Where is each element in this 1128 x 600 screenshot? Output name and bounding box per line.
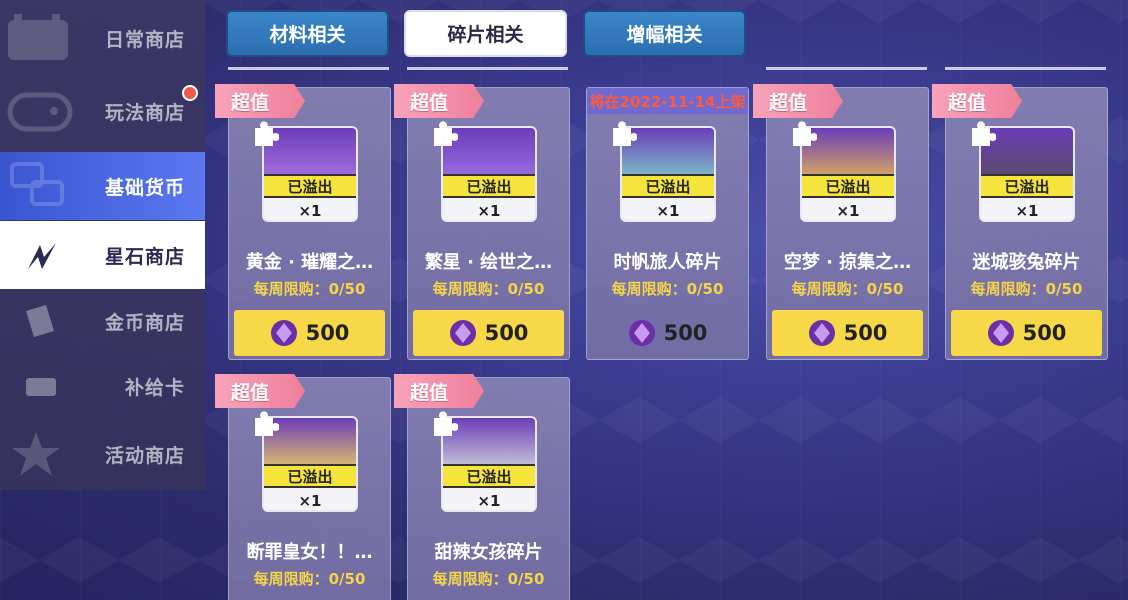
shop-item-card[interactable]: 已溢出 ×1 超值 迷城骇兔碎片 每周限购：0/50 500 [932,84,1108,360]
currency-icon [10,162,64,206]
item-quantity: ×1 [298,492,322,510]
puzzle-piece-icon [255,411,279,436]
sidebar-item-daily-shop[interactable]: 日常商店 [0,4,205,72]
buy-button[interactable]: 500 [413,310,564,356]
puzzle-piece-icon [793,121,817,146]
weekly-limit: 每周限购：0/50 [791,280,904,298]
overflow-label: 已溢出 [622,174,714,198]
item-name: 黄金 · 璀耀之… [245,252,374,273]
divider [766,67,927,70]
buy-button-disabled: 500 [592,310,743,356]
overflow-label: 已溢出 [264,174,356,198]
weekly-limit: 每周限购：0/50 [253,570,366,588]
tab-label: 材料相关 [269,24,346,46]
price-value: 500 [305,321,350,345]
weekly-limit: 每周限购：0/50 [432,280,545,298]
shop-item-card[interactable]: 将在2022-11-14上架 已溢出 ×1 时帆旅人碎片 每周限购：0/50 5… [586,87,749,360]
weekly-limit: 每周限购：0/50 [611,280,724,298]
overflow-label: 已溢出 [443,174,535,198]
divider [228,67,389,70]
puzzle-piece-icon [972,121,996,146]
sidebar-item-coin-shop[interactable]: 金币商店 [0,287,205,355]
sidebar-item-star-stone-shop[interactable]: 星石商店 [0,221,205,289]
sidebar-item-label: 补给卡 [124,376,185,399]
sidebar-item-label: 玩法商店 [104,101,185,124]
gem-icon [628,320,655,346]
value-ribbon: 超值 [394,84,484,118]
sidebar-item-event-shop[interactable]: 活动商店 [0,420,205,488]
buy-button[interactable]: 500 [772,310,923,356]
star-icon [12,432,60,476]
item-name: 断罪皇女！！… [246,542,373,563]
weekly-limit: 每周限购：0/50 [432,570,545,588]
shop-item-card[interactable]: 已溢出 ×1 超值 繁星 · 绘世之… 每周限购：0/50 500 [394,84,570,360]
puzzle-piece-icon [613,121,637,146]
coin-icon [26,305,54,337]
notification-dot [182,85,198,101]
item-name: 繁星 · 绘世之… [424,252,553,273]
gem-icon [270,320,297,346]
gem-icon [808,320,835,346]
item-quantity: ×1 [836,202,860,220]
shop-item-card[interactable]: 已溢出 ×1 超值 空梦 · 掠集之… 每周限购：0/50 500 [753,84,929,360]
overflow-label: 已溢出 [981,174,1073,198]
value-ribbon: 超值 [932,84,1022,118]
sidebar-item-label: 基础货币 [104,176,185,199]
shop-item-card[interactable]: 已溢出 ×1 超值 甜辣女孩碎片 每周限购：0/50 [394,374,570,600]
buy-button[interactable]: 500 [951,310,1102,356]
value-ribbon: 超值 [753,84,843,118]
puzzle-piece-icon [434,411,458,436]
sidebar-item-label: 活动商店 [104,444,185,467]
gem-icon [987,320,1014,346]
weekly-limit: 每周限购：0/50 [253,280,366,298]
price-value: 500 [484,321,529,345]
tab-label: 碎片相关 [447,24,524,46]
value-ribbon: 超值 [215,374,305,408]
overflow-label: 已溢出 [443,464,535,488]
price-value: 500 [1022,321,1067,345]
sidebar-item-label: 日常商店 [104,28,185,51]
sidebar-item-label: 星石商店 [104,245,185,268]
overflow-label: 已溢出 [264,464,356,488]
shop-item-card[interactable]: 已溢出 ×1 超值 黄金 · 璀耀之… 每周限购：0/50 500 [215,84,391,360]
puzzle-piece-icon [434,121,458,146]
item-name: 空梦 · 掠集之… [783,252,912,273]
item-quantity: ×1 [1015,202,1039,220]
price-value: 500 [843,321,888,345]
sidebar-item-supply-card[interactable]: 补给卡 [0,352,205,420]
price-value: 500 [663,321,708,345]
card-icon [26,378,56,396]
item-name: 迷城骇兔碎片 [972,252,1081,273]
item-name: 时帆旅人碎片 [613,252,722,273]
divider [407,67,568,70]
puzzle-piece-icon [255,121,279,146]
weekly-limit: 每周限购：0/50 [970,280,1083,298]
gem-icon [449,320,476,346]
item-quantity: ×1 [477,492,501,510]
divider [945,67,1106,70]
shop-item-card[interactable]: 已溢出 ×1 超值 断罪皇女！！… 每周限购：0/50 [215,374,391,600]
calendar-icon [8,14,68,60]
release-date-banner: 将在2022-11-14上架 [587,88,748,114]
item-name: 甜辣女孩碎片 [434,542,543,563]
gamepad-icon [7,92,73,132]
star-stone-icon [28,243,56,269]
overflow-label: 已溢出 [802,174,894,198]
sidebar-item-label: 金币商店 [104,311,185,334]
tab-fragments[interactable]: 碎片相关 [404,10,567,57]
sidebar-item-basic-currency[interactable]: 基础货币 [0,152,205,220]
sidebar: 日常商店 玩法商店 基础货币 星石商店 金币商店 补给卡 活动商店 [0,0,205,490]
tab-amplify[interactable]: 增幅相关 [583,10,746,57]
sidebar-item-gameplay-shop[interactable]: 玩法商店 [0,77,205,145]
value-ribbon: 超值 [394,374,484,408]
buy-button[interactable]: 500 [234,310,385,356]
tab-materials[interactable]: 材料相关 [226,10,389,57]
item-quantity: ×1 [298,202,322,220]
value-ribbon: 超值 [215,84,305,118]
item-quantity: ×1 [656,202,680,220]
tab-label: 增幅相关 [626,24,703,46]
item-quantity: ×1 [477,202,501,220]
